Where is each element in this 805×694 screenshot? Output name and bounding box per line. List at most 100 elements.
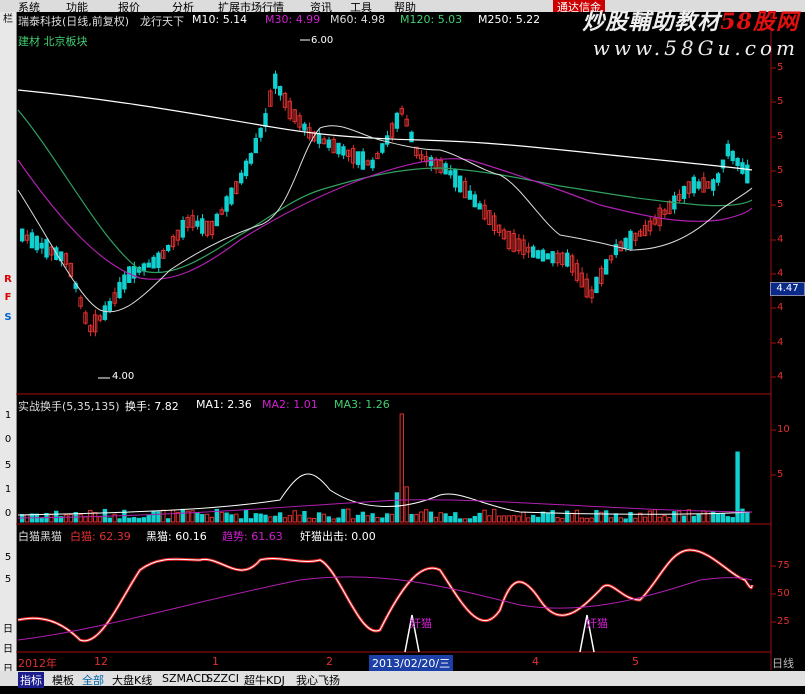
time-axis: 2012年 12 1 2 2013/02/20/三 4 5 (16, 655, 771, 671)
candle-body (623, 237, 628, 249)
turnover-bar (229, 514, 234, 523)
turnover-bar (49, 514, 54, 523)
turnover-bar (273, 515, 278, 523)
turnover-bar (496, 515, 502, 523)
turnover-bar (277, 512, 283, 523)
candle-body (166, 245, 171, 251)
selected-date-label[interactable]: 2013/02/20/三 (369, 655, 454, 671)
turnover-bar (706, 510, 711, 523)
traitor-signal-label-1: 奸猫 (410, 617, 432, 630)
turnover-bar (545, 512, 550, 523)
turnover-bar (141, 517, 147, 523)
candle-body (696, 181, 701, 189)
candle-body (253, 138, 258, 154)
candle-body (273, 73, 278, 89)
time-label: 4 (532, 655, 539, 668)
turnover-bar (78, 514, 83, 523)
candle-body (385, 135, 390, 145)
turnover-bar (677, 510, 682, 523)
turnover-bar (326, 516, 331, 523)
turnover-bar (516, 515, 521, 523)
turnover-axis-label: 5 (777, 469, 784, 480)
candle-body (355, 151, 361, 165)
turnover-bar (433, 516, 439, 523)
turnover-bar (642, 516, 648, 523)
candle-body (224, 196, 229, 212)
ma10-label: M10: 5.14 (192, 13, 248, 26)
turnover-bar (385, 513, 390, 523)
turnover-bar (180, 508, 185, 523)
traitor-signal-label-2: 奸猫 (586, 617, 608, 630)
cat-title: 白猫黑猫 (18, 530, 62, 543)
time-label: 1 (212, 655, 219, 668)
tab-szzci[interactable]: SZZCI (204, 672, 241, 685)
turnover-bar (239, 518, 244, 523)
turnover-bar (438, 512, 443, 523)
candle-body (34, 235, 39, 251)
turnover-bar (428, 511, 434, 523)
turnover-bar (501, 515, 507, 523)
candle-body (370, 159, 375, 169)
black-cat-value: 黑猫: 60.16 (146, 530, 207, 543)
candle-body (229, 187, 234, 205)
turnover-bar (24, 514, 30, 523)
candle-body (277, 86, 283, 96)
ma60-label: M60: 4.98 (330, 13, 386, 26)
turnover-bar (297, 514, 302, 523)
candle-body (628, 230, 633, 250)
candle-body (39, 242, 44, 249)
turnover-bar (487, 515, 492, 523)
turnover-bar (54, 510, 59, 523)
turnover-bar (608, 517, 614, 523)
turnover-bar (633, 517, 638, 523)
turnover-bar (209, 516, 215, 523)
time-label: 2012年 (18, 657, 57, 670)
turnover-bar (467, 518, 473, 523)
candle-body (394, 112, 400, 129)
candle-body (341, 146, 346, 156)
turnover-title: 实战换手(5,35,135) (18, 400, 120, 413)
turnover-bar (414, 514, 419, 523)
turnover-bar (589, 517, 594, 523)
turnover-bar (394, 492, 400, 523)
turnover-value: 换手: 7.82 (125, 400, 179, 413)
turnover-bar (657, 516, 662, 523)
turnover-bar (672, 511, 677, 523)
candle-body (735, 158, 740, 166)
turnover-ma1: MA1: 2.36 (196, 398, 252, 411)
turnover-bar (243, 509, 249, 523)
chart-canvas (16, 12, 776, 670)
trend-value: 趋势: 61.63 (222, 530, 283, 543)
turnover-bar (131, 517, 137, 523)
turnover-bar (219, 511, 224, 523)
turnover-bar (647, 510, 653, 523)
turnover-bar (161, 509, 166, 523)
candle-body (200, 218, 205, 234)
turnover-bar (97, 516, 103, 523)
turnover-axis-label: 10 (777, 424, 790, 435)
turnover-bar (39, 517, 44, 523)
turnover-bar (151, 510, 156, 523)
candle-body (107, 300, 112, 312)
candle-body (44, 239, 49, 258)
turnover-bar (443, 513, 448, 523)
candle-body (594, 276, 599, 293)
period-label[interactable]: 日线 (772, 655, 794, 671)
price-axis-label: 4 (777, 268, 784, 279)
turnover-bar (258, 513, 263, 523)
turnover-bar (166, 518, 171, 523)
current-price-box: 4.47 (770, 282, 805, 296)
turnover-bar (701, 510, 706, 523)
turnover-bar (584, 517, 589, 523)
turnover-bar (453, 512, 458, 523)
turnover-bar (686, 509, 692, 523)
price-axis-label: 4 (777, 371, 784, 382)
turnover-bar (506, 515, 512, 523)
candle-body (745, 164, 750, 184)
turnover-bar (83, 516, 88, 523)
turnover-bar (565, 510, 570, 523)
candle-body (243, 160, 249, 177)
turnover-bar (365, 515, 370, 523)
price-axis-label: 5 (777, 131, 784, 142)
candle-body (239, 172, 244, 184)
